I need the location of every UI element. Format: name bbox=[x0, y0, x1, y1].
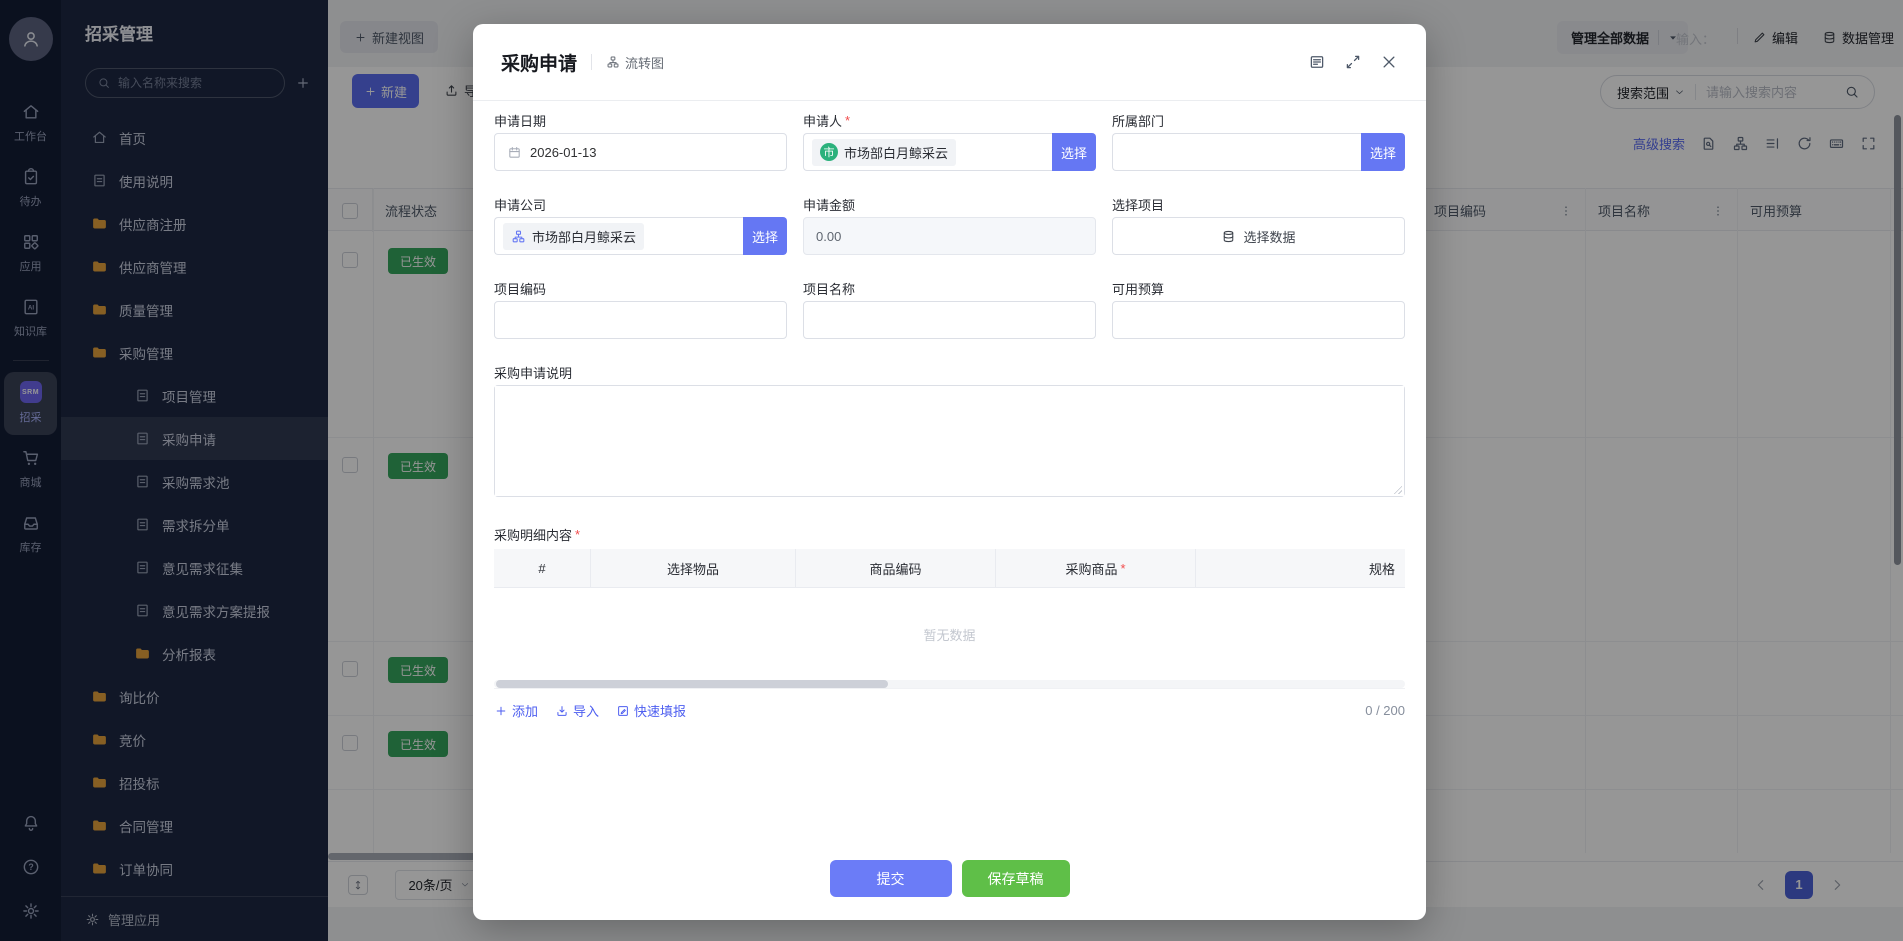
field-label: 可用预算 bbox=[1112, 279, 1164, 298]
detail-scrollbar bbox=[494, 680, 1405, 688]
description-block: 采购申请说明 bbox=[473, 363, 1426, 497]
project-code-input[interactable] bbox=[494, 301, 787, 339]
detail-table: # 选择物品 商品编码 采购商品* 规格 暂无数据 bbox=[494, 549, 1405, 689]
available-budget-field[interactable] bbox=[1125, 313, 1392, 328]
apply-date-value: 2026-01-13 bbox=[530, 145, 597, 160]
modal-tools bbox=[1308, 53, 1398, 71]
field-apply-amount: 申请金额 0.00 bbox=[803, 171, 1096, 255]
form-row-3: 项目编码 项目名称 可用预算 bbox=[473, 255, 1426, 339]
field-available-budget: 可用预算 bbox=[1112, 255, 1405, 339]
detail-column-purchase-item: 采购商品* bbox=[996, 549, 1196, 587]
field-label: 项目编码 bbox=[494, 279, 546, 298]
row-counter: 0 / 200 bbox=[1365, 703, 1405, 718]
field-label: 申请金额 bbox=[803, 195, 855, 214]
project-code-field[interactable] bbox=[507, 313, 774, 328]
edit-square-icon bbox=[616, 704, 630, 718]
import-rows-button[interactable]: 导入 bbox=[555, 701, 599, 720]
field-label: 所属部门 bbox=[1112, 111, 1164, 130]
record-log-icon[interactable] bbox=[1308, 53, 1326, 71]
applicant-input[interactable]: 市 市场部白月鲸采云 bbox=[803, 133, 1052, 171]
detail-column-item-code: 商品编码 bbox=[796, 549, 996, 587]
field-apply-company: 申请公司 市场部白月鲸采云 选择 bbox=[494, 171, 787, 255]
divider bbox=[591, 54, 592, 70]
field-apply-date: 申请日期 2026-01-13 bbox=[494, 101, 787, 171]
department-input[interactable] bbox=[1112, 133, 1361, 171]
project-name-field[interactable] bbox=[816, 313, 1083, 328]
detail-empty-state: 暂无数据 bbox=[494, 588, 1405, 680]
field-label: 申请日期 bbox=[494, 111, 546, 130]
select-project-button[interactable]: 选择数据 bbox=[1112, 217, 1405, 255]
field-applicant: 申请人* 市 市场部白月鲸采云 选择 bbox=[803, 101, 1096, 171]
sitemap-icon bbox=[606, 55, 620, 69]
modal-header: 采购申请 流转图 bbox=[473, 24, 1426, 101]
application-window: 工作台待办应用AI知识库SRM招采商城库存 ? 招采管理 首页使用说明供应商注册… bbox=[0, 0, 1903, 941]
data-select-icon bbox=[1221, 229, 1236, 244]
required-star: * bbox=[845, 113, 850, 128]
detail-column-index: # bbox=[494, 549, 591, 587]
field-label: 选择项目 bbox=[1112, 195, 1164, 214]
field-label: 申请公司 bbox=[494, 195, 546, 214]
quick-fill-button[interactable]: 快速填报 bbox=[616, 701, 686, 720]
plus-icon bbox=[494, 704, 508, 718]
detail-column-spec: 规格 bbox=[1196, 549, 1405, 587]
expand-icon[interactable] bbox=[1344, 53, 1362, 71]
field-project-name: 项目名称 bbox=[803, 255, 1096, 339]
select-project-label: 选择数据 bbox=[1243, 227, 1295, 246]
form-row-2: 申请公司 市场部白月鲸采云 选择 申请金额 0.00 选择项目 bbox=[473, 171, 1426, 255]
org-icon bbox=[511, 229, 526, 244]
description-textarea[interactable] bbox=[495, 386, 1404, 496]
flow-chart-label: 流转图 bbox=[625, 53, 664, 72]
department-select-button[interactable]: 选择 bbox=[1361, 133, 1405, 171]
detail-scrollbar-thumb[interactable] bbox=[496, 680, 888, 688]
field-select-project: 选择项目 选择数据 bbox=[1112, 171, 1405, 255]
apply-company-input[interactable]: 市场部白月鲸采云 bbox=[494, 217, 743, 255]
apply-amount-input: 0.00 bbox=[803, 217, 1096, 255]
apply-company-tag-label: 市场部白月鲸采云 bbox=[532, 227, 636, 246]
apply-amount-value: 0.00 bbox=[816, 229, 841, 244]
detail-table-header: # 选择物品 商品编码 采购商品* 规格 bbox=[494, 549, 1405, 588]
modal-footer: 提交 保存草稿 bbox=[473, 860, 1426, 897]
apply-date-input[interactable]: 2026-01-13 bbox=[494, 133, 787, 171]
form-row-1: 申请日期 2026-01-13 申请人* 市 市场部白月鲸采云 选择 bbox=[473, 101, 1426, 171]
detail-actions: 添加 导入 快速填报 0 / 200 bbox=[494, 701, 1405, 720]
save-draft-button[interactable]: 保存草稿 bbox=[962, 860, 1070, 897]
modal-title: 采购申请 bbox=[501, 49, 577, 76]
apply-company-select-button[interactable]: 选择 bbox=[743, 217, 787, 255]
add-row-button[interactable]: 添加 bbox=[494, 701, 538, 720]
applicant-select-button[interactable]: 选择 bbox=[1052, 133, 1096, 171]
detail-block: 采购明细内容* # 选择物品 商品编码 采购商品* 规格 暂无数据 添加 导入 … bbox=[473, 525, 1426, 720]
org-avatar: 市 bbox=[820, 143, 838, 161]
field-project-code: 项目编码 bbox=[494, 255, 787, 339]
field-label: 项目名称 bbox=[803, 279, 855, 298]
required-star: * bbox=[1120, 561, 1125, 576]
field-label: 采购申请说明 bbox=[494, 363, 572, 382]
project-name-input[interactable] bbox=[803, 301, 1096, 339]
available-budget-input[interactable] bbox=[1112, 301, 1405, 339]
flow-chart-link[interactable]: 流转图 bbox=[606, 53, 664, 72]
description-textarea-wrap bbox=[494, 385, 1405, 497]
apply-company-tag[interactable]: 市场部白月鲸采云 bbox=[503, 223, 644, 250]
calendar-icon bbox=[507, 145, 522, 160]
applicant-tag[interactable]: 市 市场部白月鲸采云 bbox=[812, 139, 956, 166]
field-label: 申请人 bbox=[803, 111, 842, 130]
field-department: 所属部门 选择 bbox=[1112, 101, 1405, 171]
purchase-request-modal: 采购申请 流转图 申请日期 2026-01-13 申请人* bbox=[473, 24, 1426, 920]
detail-label: 采购明细内容 bbox=[494, 525, 572, 544]
download-icon bbox=[555, 704, 569, 718]
applicant-tag-label: 市场部白月鲸采云 bbox=[844, 143, 948, 162]
submit-button[interactable]: 提交 bbox=[830, 860, 952, 897]
detail-column-select-item: 选择物品 bbox=[591, 549, 796, 587]
close-icon[interactable] bbox=[1380, 53, 1398, 71]
required-star: * bbox=[575, 527, 580, 542]
